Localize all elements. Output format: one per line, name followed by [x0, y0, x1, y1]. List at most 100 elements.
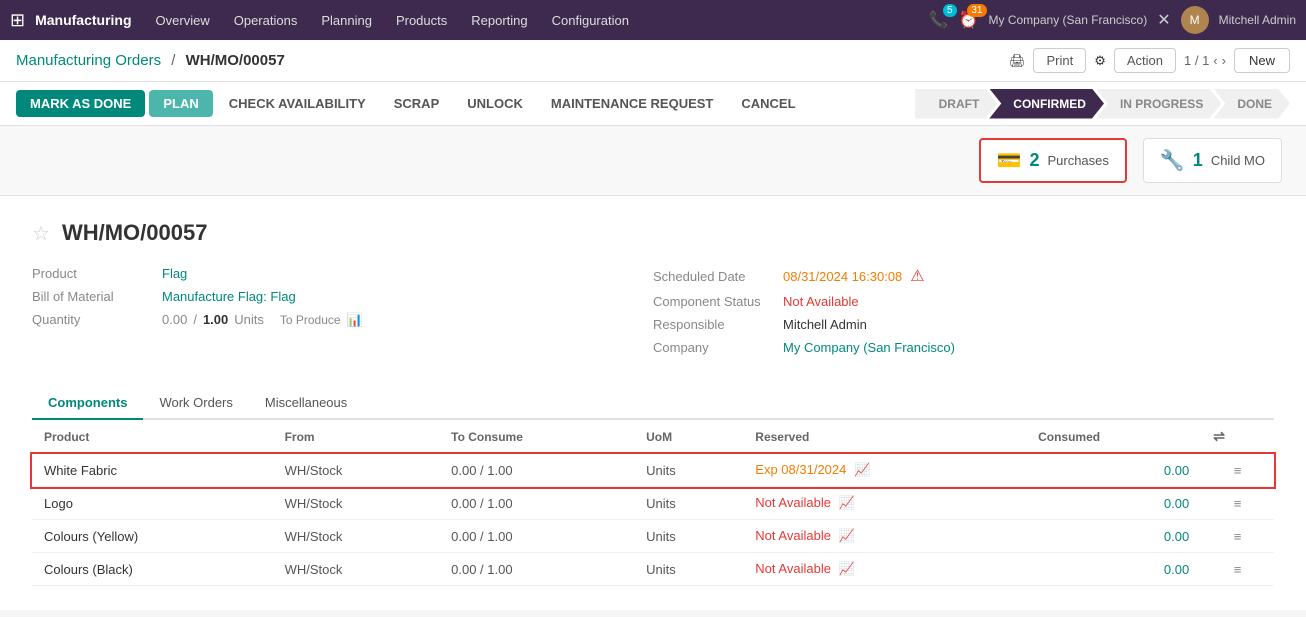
cell-reserved: Not Available 📈: [743, 553, 1026, 586]
cell-consumed: 0.00: [1026, 487, 1201, 520]
mark-as-done-button[interactable]: MARK AS DONE: [16, 90, 145, 117]
quantity-row: Quantity 0.00 / 1.00 Units To Produce 📊: [32, 312, 653, 328]
cell-row-actions[interactable]: ≡: [1201, 454, 1274, 487]
new-button[interactable]: New: [1234, 48, 1290, 73]
cell-to-consume: 0.00 / 1.00: [439, 553, 634, 586]
maintenance-request-button[interactable]: MAINTENANCE REQUEST: [539, 90, 726, 117]
child-mo-smart-button[interactable]: 🔧 1 Child MO: [1143, 138, 1282, 183]
to-produce-label: To Produce: [280, 313, 341, 327]
breadcrumb-parent[interactable]: Manufacturing Orders: [16, 52, 161, 69]
col-product: Product: [32, 420, 273, 454]
cell-from: WH/Stock: [273, 520, 440, 553]
next-page-icon[interactable]: ›: [1222, 53, 1226, 68]
user-avatar[interactable]: M: [1181, 6, 1209, 34]
component-status-label: Component Status: [653, 294, 783, 309]
action-button[interactable]: Action: [1114, 48, 1176, 73]
purchases-count: 2: [1029, 150, 1039, 171]
qty-target[interactable]: 1.00: [203, 312, 228, 327]
clock-icon[interactable]: ⏰31: [959, 10, 979, 30]
cell-row-actions[interactable]: ≡: [1201, 520, 1274, 553]
component-status-row: Component Status Not Available: [653, 294, 1274, 309]
company-label: Company: [653, 340, 783, 355]
pagination-text: 1 / 1: [1184, 53, 1209, 68]
forecast-icon[interactable]: 📈: [839, 528, 855, 543]
tools-icon[interactable]: ✕: [1157, 10, 1170, 30]
scrap-button[interactable]: SCRAP: [382, 90, 452, 117]
company-row: Company My Company (San Francisco): [653, 340, 1274, 355]
nav-configuration[interactable]: Configuration: [542, 9, 639, 32]
cell-reserved: Not Available 📈: [743, 487, 1026, 520]
status-confirmed[interactable]: CONFIRMED: [989, 89, 1104, 119]
main-content: ☆ WH/MO/00057 Product Flag Bill of Mater…: [0, 196, 1306, 610]
top-right-icons: 📞5 ⏰31 My Company (San Francisco) ✕ M Mi…: [929, 6, 1296, 34]
nav-products[interactable]: Products: [386, 9, 457, 32]
col-uom: UoM: [634, 420, 743, 454]
app-grid-icon[interactable]: ⊞: [10, 10, 25, 31]
nav-reporting[interactable]: Reporting: [461, 9, 537, 32]
forecast-icon[interactable]: 📈: [839, 495, 855, 510]
product-row: Product Flag: [32, 266, 653, 281]
adjust-columns-icon[interactable]: ⇌: [1213, 428, 1225, 444]
top-nav: ⊞ Manufacturing Overview Operations Plan…: [0, 0, 1306, 40]
check-availability-button[interactable]: CHECK AVAILABILITY: [217, 90, 378, 117]
cell-row-actions[interactable]: ≡: [1201, 487, 1274, 520]
cell-uom: Units: [634, 520, 743, 553]
table-row: White Fabric WH/Stock 0.00 / 1.00 Units …: [32, 454, 1274, 487]
smart-buttons-area: 💳 2 Purchases 🔧 1 Child MO: [0, 126, 1306, 196]
scheduled-date-value[interactable]: 08/31/2024 16:30:08: [783, 269, 902, 284]
phone-icon[interactable]: 📞5: [929, 10, 949, 30]
qty-sep: /: [193, 312, 197, 327]
responsible-label: Responsible: [653, 317, 783, 332]
status-done[interactable]: DONE: [1213, 89, 1290, 119]
cell-product: Colours (Yellow): [32, 520, 273, 553]
breadcrumb-current: WH/MO/00057: [186, 52, 285, 69]
cell-product: White Fabric: [32, 454, 273, 487]
tab-work-orders[interactable]: Work Orders: [143, 387, 248, 420]
product-value[interactable]: Flag: [162, 266, 187, 281]
qty-current[interactable]: 0.00: [162, 312, 187, 327]
bom-row: Bill of Material Manufacture Flag: Flag: [32, 289, 653, 304]
table-row: Colours (Yellow) WH/Stock 0.00 / 1.00 Un…: [32, 520, 1274, 553]
chart-icon: 📊: [347, 312, 363, 328]
cell-uom: Units: [634, 454, 743, 487]
purchases-smart-button[interactable]: 💳 2 Purchases: [979, 138, 1127, 183]
warning-icon: ⚠: [910, 266, 924, 286]
company-name: My Company (San Francisco): [989, 13, 1148, 27]
nav-planning[interactable]: Planning: [311, 9, 382, 32]
cell-row-actions[interactable]: ≡: [1201, 553, 1274, 586]
favorite-star[interactable]: ☆: [32, 221, 50, 246]
status-draft[interactable]: DRAFT: [915, 89, 998, 119]
breadcrumb-sep: /: [171, 52, 179, 69]
unlock-button[interactable]: UNLOCK: [455, 90, 535, 117]
nav-operations[interactable]: Operations: [224, 9, 308, 32]
breadcrumb: Manufacturing Orders / WH/MO/00057: [16, 52, 285, 69]
component-status-value: Not Available: [783, 294, 859, 309]
print-icon: 🖨: [1009, 53, 1026, 69]
scheduled-date-row: Scheduled Date 08/31/2024 16:30:08 ⚠: [653, 266, 1274, 286]
cell-from: WH/Stock: [273, 454, 440, 487]
forecast-icon[interactable]: 📈: [839, 561, 855, 576]
nav-overview[interactable]: Overview: [146, 9, 220, 32]
cell-uom: Units: [634, 487, 743, 520]
bom-value[interactable]: Manufacture Flag: Flag: [162, 289, 296, 304]
col-reserved: Reserved: [743, 420, 1026, 454]
cell-to-consume: 0.00 / 1.00: [439, 454, 634, 487]
col-from: From: [273, 420, 440, 454]
forecast-icon[interactable]: 📈: [854, 462, 870, 477]
cell-reserved: Not Available 📈: [743, 520, 1026, 553]
tab-components[interactable]: Components: [32, 387, 143, 420]
plan-button[interactable]: PLAN: [149, 90, 212, 117]
responsible-value[interactable]: Mitchell Admin: [783, 317, 867, 332]
cell-reserved: Exp 08/31/2024 📈: [743, 454, 1026, 487]
cancel-button[interactable]: CANCEL: [729, 90, 807, 117]
print-button[interactable]: Print: [1033, 48, 1086, 73]
status-in-progress[interactable]: IN PROGRESS: [1096, 89, 1221, 119]
action-bar: MARK AS DONE PLAN CHECK AVAILABILITY SCR…: [0, 82, 1306, 126]
form-right: Scheduled Date 08/31/2024 16:30:08 ⚠ Com…: [653, 266, 1274, 363]
company-value[interactable]: My Company (San Francisco): [783, 340, 955, 355]
cell-product: Colours (Black): [32, 553, 273, 586]
tab-miscellaneous[interactable]: Miscellaneous: [249, 387, 363, 420]
prev-page-icon[interactable]: ‹: [1213, 53, 1217, 68]
cell-consumed: 0.00: [1026, 454, 1201, 487]
gear-icon: ⚙: [1094, 53, 1106, 69]
